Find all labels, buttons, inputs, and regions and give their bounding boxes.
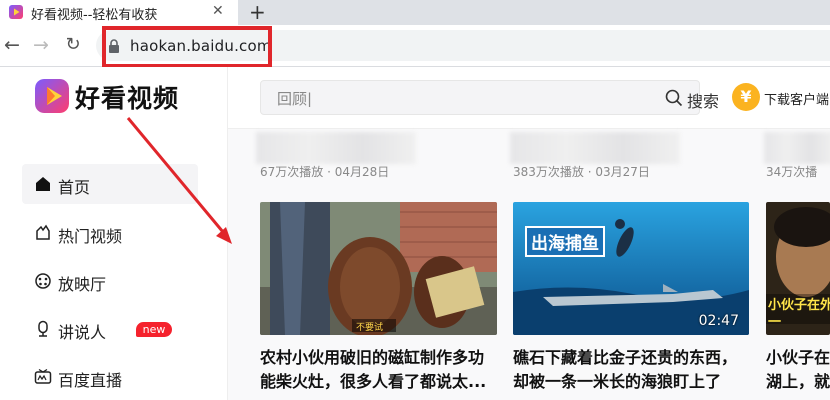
video-title-line: 却被一条一米长的海狼盯上了 <box>513 372 722 391</box>
video-overlay-text: 出海捕鱼 <box>525 226 605 257</box>
browser-tab[interactable]: 好看视频--轻松有收获 ✕ <box>0 0 238 25</box>
video-title-line: 小伙子在 <box>766 348 830 367</box>
video-thumbnail[interactable]: 不要试 <box>260 202 497 335</box>
main-content: 搜索 ¥ 下载客户端 67万次播放 · 04月28日 383万次播放 · 03月… <box>228 67 830 400</box>
tab-strip: 好看视频--轻松有收获 ✕ + <box>0 0 830 25</box>
search-icon <box>665 89 683 107</box>
logo-text[interactable]: 好看视频 <box>75 79 179 115</box>
sidebar-item-label: 讲说人 <box>58 323 107 342</box>
video-stats: 383万次播放 · 03月27日 <box>513 165 650 179</box>
blurred-title <box>764 132 830 164</box>
video-stats: 34万次播 <box>766 165 818 179</box>
sidebar-item-label: 首页 <box>58 178 91 197</box>
cinema-icon <box>35 273 51 289</box>
video-title-line: 湖上，就 <box>766 372 830 391</box>
video-thumbnail[interactable]: 小伙子在外 就遇到一 <box>766 202 830 335</box>
forward-arrow-icon[interactable]: → <box>31 34 51 56</box>
logo-icon[interactable] <box>35 79 69 113</box>
sidebar-item-home[interactable]: 首页 <box>22 164 198 204</box>
live-icon <box>34 368 52 384</box>
new-tab-button[interactable]: + <box>249 0 266 24</box>
video-duration: 02:47 <box>698 313 739 329</box>
tab-title: 好看视频--轻松有收获 <box>31 8 158 23</box>
video-overlay-text: 小伙子在外 就遇到一 <box>768 298 830 330</box>
video-title-line: 能柴火灶，很多人看了都说太... <box>260 372 487 391</box>
video-title[interactable]: 礁石下藏着比金子还贵的东西， 却被一条一米长的海狼盯上了 <box>513 346 751 394</box>
download-client-button[interactable]: ¥ 下载客户端 <box>732 83 830 113</box>
sidebar-item-label: 放映厅 <box>58 275 107 294</box>
back-arrow-icon[interactable]: ← <box>2 34 22 56</box>
sidebar-item-label: 热门视频 <box>58 227 123 246</box>
video-title-line: 农村小伙用破旧的磁缸制作多功 <box>260 348 485 367</box>
close-icon[interactable]: ✕ <box>212 3 224 19</box>
reload-icon[interactable]: ↻ <box>63 34 83 56</box>
sidebar-item-cinema[interactable]: 放映厅 <box>22 261 198 301</box>
search-input[interactable] <box>277 89 577 107</box>
sidebar-item-label: 百度直播 <box>58 371 123 390</box>
download-label: 下载客户端 <box>764 93 830 108</box>
video-title-line: 礁石下藏着比金子还贵的东西， <box>513 348 738 367</box>
video-thumbnail[interactable]: 出海捕鱼 02:47 <box>513 202 749 335</box>
video-thumbnail-image <box>260 202 497 335</box>
home-icon <box>36 177 50 191</box>
speaker-icon <box>38 320 48 337</box>
haokan-favicon-icon <box>9 5 23 19</box>
sidebar-item-hot[interactable]: 热门视频 <box>22 213 198 253</box>
video-title[interactable]: 农村小伙用破旧的磁缸制作多功 能柴火灶，很多人看了都说太... <box>260 346 498 394</box>
blurred-title <box>510 132 680 164</box>
new-badge: new <box>136 322 172 337</box>
sidebar: 好看视频 首页 热门视频 放映厅 讲说人 new 百度直播 <box>0 67 228 400</box>
search-button[interactable]: 搜索 <box>665 81 735 114</box>
video-title[interactable]: 小伙子在 湖上，就 <box>766 346 830 394</box>
search-button-label: 搜索 <box>687 92 720 111</box>
blurred-title <box>256 132 416 164</box>
sidebar-item-speaker[interactable]: 讲说人 new <box>22 309 198 349</box>
hot-icon <box>36 224 50 240</box>
search-bar: 搜索 <box>260 80 719 115</box>
page: 好看视频 首页 热门视频 放映厅 讲说人 new 百度直播 回顾| 搜索 ¥ 下… <box>0 67 830 400</box>
video-stats: 67万次播放 · 04月28日 <box>260 165 390 179</box>
video-caption: 不要试 <box>356 323 384 333</box>
yuan-coin-icon: ¥ <box>732 83 760 111</box>
top-header: 搜索 ¥ 下载客户端 <box>228 67 830 129</box>
sidebar-item-live[interactable]: 百度直播 <box>22 357 198 397</box>
url-highlight-box <box>102 26 272 68</box>
